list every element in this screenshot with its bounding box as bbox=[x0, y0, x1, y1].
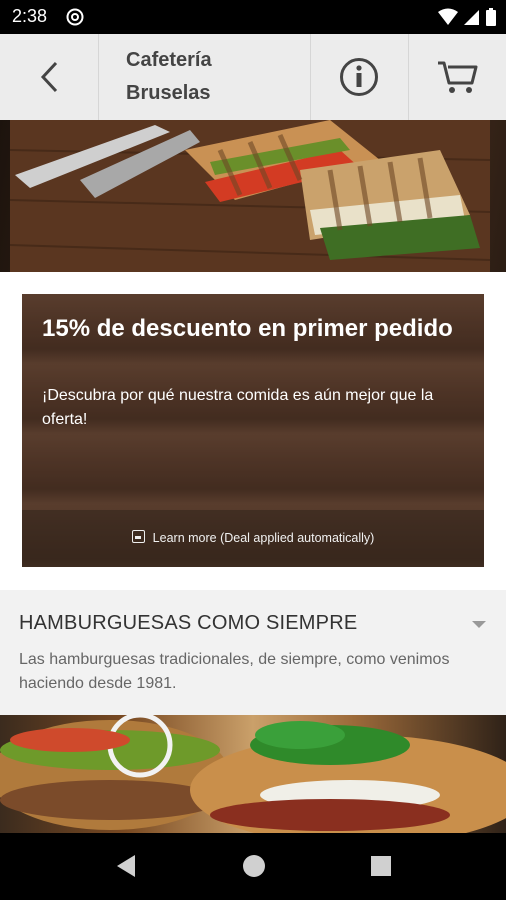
at-sign-icon bbox=[66, 8, 84, 26]
chevron-left-icon bbox=[40, 61, 58, 93]
promo-footer[interactable]: Learn more (Deal applied automatically) bbox=[22, 510, 484, 567]
status-bar: 2:38 bbox=[0, 0, 506, 34]
promo-subtitle: ¡Descubra por qué nuestra comida es aún … bbox=[42, 387, 434, 428]
dropdown-arrow-icon[interactable] bbox=[472, 621, 486, 628]
triangle-back-icon[interactable] bbox=[115, 853, 137, 879]
category-section[interactable]: HAMBURGUESAS COMO SIEMPRE Las hamburgues… bbox=[0, 590, 506, 715]
promo-banner[interactable]: 15% de descuento en primer pedido ¡Descu… bbox=[22, 294, 484, 567]
category-image bbox=[0, 715, 506, 833]
cart-icon bbox=[438, 61, 478, 93]
category-title: HAMBURGUESAS COMO SIEMPRE bbox=[19, 612, 358, 634]
learn-more-label: Learn more (Deal applied automatically) bbox=[152, 531, 375, 545]
circle-home-icon[interactable] bbox=[242, 853, 266, 879]
promo-title: 15% de descuento en primer pedido bbox=[42, 315, 453, 342]
battery-icon bbox=[486, 8, 496, 26]
category-description: Las hamburguesas tradicionales, de siemp… bbox=[19, 651, 450, 692]
system-nav-bar bbox=[0, 833, 506, 900]
info-button[interactable] bbox=[310, 34, 409, 120]
deal-tag-icon bbox=[131, 530, 145, 543]
status-icons bbox=[438, 8, 496, 26]
wifi-icon bbox=[438, 8, 458, 25]
app-bar: Cafetería Bruselas bbox=[0, 34, 506, 121]
page-title: Cafetería Bruselas bbox=[126, 49, 212, 104]
back-button[interactable] bbox=[0, 34, 99, 120]
burger-illustration bbox=[0, 715, 506, 833]
learn-more-link[interactable]: Learn more (Deal applied automatically) bbox=[22, 530, 484, 545]
status-time: 2:38 bbox=[12, 6, 48, 26]
info-icon bbox=[340, 58, 378, 96]
panini-sandwich-illustration bbox=[9, 120, 491, 272]
cart-button[interactable] bbox=[408, 34, 506, 120]
hero-image bbox=[0, 120, 506, 272]
title-area: Cafetería Bruselas bbox=[98, 34, 311, 120]
square-recents-icon[interactable] bbox=[370, 853, 392, 879]
signal-icon bbox=[464, 10, 479, 25]
